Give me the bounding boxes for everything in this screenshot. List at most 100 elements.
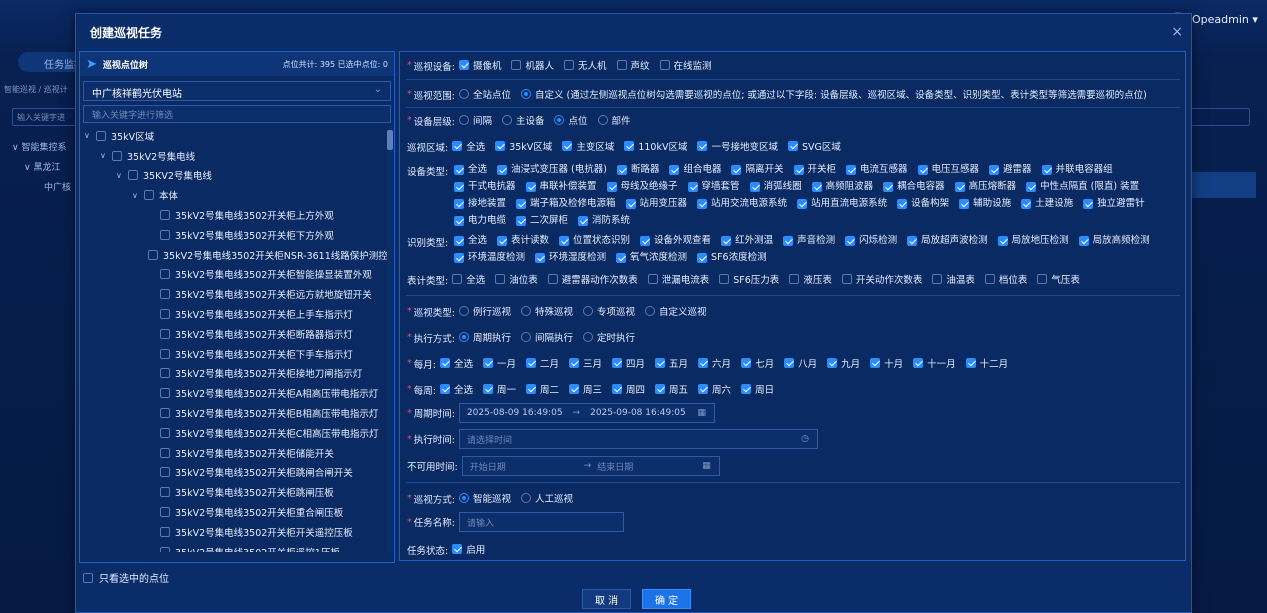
dev-type-option[interactable]: 开关柜 — [793, 161, 836, 178]
checkbox[interactable] — [897, 198, 908, 209]
checkbox[interactable] — [516, 215, 527, 226]
checkbox[interactable] — [721, 235, 732, 246]
checkbox[interactable] — [482, 358, 493, 368]
tree-node-checkbox[interactable] — [128, 170, 138, 181]
checkbox[interactable] — [569, 358, 579, 368]
checkbox[interactable] — [559, 235, 570, 246]
meter-option[interactable]: 开关动作次数表 — [841, 272, 922, 286]
checkbox[interactable] — [697, 141, 708, 151]
dev-type-option[interactable]: 站用变压器 — [625, 195, 687, 212]
checkbox[interactable] — [452, 544, 463, 554]
checkbox[interactable] — [563, 60, 574, 70]
tree-node-checkbox[interactable] — [160, 526, 170, 537]
checkbox[interactable] — [578, 215, 589, 226]
month-option[interactable]: 八月 — [784, 356, 817, 370]
checkbox[interactable] — [913, 358, 924, 368]
radio-button[interactable] — [458, 306, 469, 316]
task-name-input[interactable]: 请输入 — [458, 512, 624, 532]
device-option[interactable]: 在线监测 — [659, 58, 712, 72]
tree-node[interactable]: 35kV2号集电线3502开关柜上手车指示灯 — [80, 304, 388, 324]
bg-search-input[interactable]: 输入关键字进 — [12, 108, 78, 126]
month-option[interactable]: 四月 — [612, 356, 645, 370]
tree-node[interactable]: 35kV2号集电线3502开关柜A相高压带电指示灯 — [80, 383, 388, 403]
checkbox[interactable] — [846, 164, 857, 175]
radio-button[interactable] — [458, 89, 469, 99]
dev-type-option[interactable]: 油浸式变压器 (电抗器) — [497, 161, 607, 178]
dev-type-option[interactable]: 干式电抗器 — [454, 178, 516, 195]
checkbox[interactable] — [917, 164, 928, 175]
scrollbar-thumb[interactable] — [387, 130, 393, 150]
week-option[interactable]: 周一 — [482, 382, 516, 396]
month-option[interactable]: 九月 — [827, 356, 860, 370]
exec-mode-option[interactable]: 周期执行 — [458, 330, 511, 344]
radio-button[interactable] — [501, 115, 512, 125]
checkbox[interactable] — [984, 274, 995, 284]
station-select[interactable]: 中广核祥鹤光伏电站 ⌄ — [83, 81, 391, 101]
rec-type-option[interactable]: 局放地压检测 — [997, 232, 1069, 249]
rec-type-option[interactable]: 位置状态识别 — [559, 232, 630, 249]
checkbox[interactable] — [482, 384, 493, 394]
dev-type-option[interactable]: 辅助设施 — [959, 195, 1011, 212]
checkbox[interactable] — [845, 235, 856, 246]
checkbox[interactable] — [965, 358, 976, 368]
level-option[interactable]: 间隔 — [458, 113, 492, 127]
checkbox[interactable] — [569, 384, 579, 394]
week-option[interactable]: 周四 — [612, 382, 645, 396]
tree-node-checkbox[interactable] — [160, 408, 170, 419]
tree-node-checkbox[interactable] — [160, 309, 170, 320]
checkbox[interactable] — [783, 235, 794, 246]
patrol-type-option[interactable]: 例行巡视 — [458, 304, 511, 318]
checkbox[interactable] — [452, 141, 463, 151]
checkbox[interactable] — [811, 181, 822, 192]
checkbox[interactable] — [749, 181, 760, 192]
tree-node-checkbox[interactable] — [160, 229, 170, 240]
checkbox[interactable] — [1026, 181, 1037, 192]
checkbox[interactable] — [454, 252, 464, 263]
checkbox[interactable] — [454, 215, 464, 226]
checkbox[interactable] — [511, 60, 522, 70]
month-option[interactable]: 一月 — [482, 356, 516, 370]
close-icon[interactable]: × — [1171, 24, 1183, 40]
checkbox[interactable] — [454, 164, 464, 175]
meter-option[interactable]: 全选 — [452, 272, 485, 286]
exec-time-picker[interactable]: 请选择时间 ◷ — [458, 429, 818, 449]
tree-node[interactable]: 35kV2号集电线3502开关柜重合闸压板 — [80, 502, 388, 522]
checkbox[interactable] — [1037, 274, 1048, 284]
scope-option[interactable]: 自定义 (通过左侧巡视点位树勾选需要巡视的点位; 或通过以下字段: 设备层级、巡… — [520, 87, 1147, 101]
area-option[interactable]: 110kV区域 — [624, 139, 687, 153]
meter-option[interactable]: 液压表 — [789, 272, 832, 286]
dev-type-option[interactable]: 电压互感器 — [917, 161, 979, 178]
dev-type-option[interactable]: 避雷器 — [989, 161, 1032, 178]
dev-type-option[interactable]: 消弧线圈 — [749, 178, 802, 195]
meter-option[interactable]: 档位表 — [984, 272, 1027, 286]
checkbox[interactable] — [932, 274, 943, 284]
checkbox[interactable] — [497, 164, 508, 175]
meter-option[interactable]: 油温表 — [932, 272, 975, 286]
checkbox[interactable] — [698, 384, 709, 394]
checkbox[interactable] — [1083, 198, 1094, 209]
month-option[interactable]: 全选 — [439, 356, 473, 370]
checkbox[interactable] — [647, 274, 658, 284]
rec-type-option[interactable]: 表计读数 — [497, 232, 549, 249]
radio-button[interactable] — [458, 493, 469, 503]
dev-type-option[interactable]: 组合电器 — [669, 161, 721, 178]
dev-type-option[interactable]: 站用直流电源系统 — [797, 195, 887, 212]
radio-button[interactable] — [458, 115, 469, 125]
checkbox[interactable] — [547, 274, 558, 284]
method-option[interactable]: 智能巡视 — [458, 491, 511, 505]
checkbox[interactable] — [789, 274, 800, 284]
caret-down-icon[interactable]: ∨ — [100, 151, 112, 160]
checkbox[interactable] — [655, 384, 666, 394]
level-option[interactable]: 点位 — [554, 113, 588, 127]
tree-node[interactable]: 35kV2号集电线3502开关柜上方外观 — [80, 205, 388, 225]
tree-node-checkbox[interactable] — [160, 348, 170, 359]
dev-type-option[interactable]: 设备构架 — [897, 195, 949, 212]
dev-type-option[interactable]: 站用交流电源系统 — [697, 195, 787, 212]
tree-node[interactable]: 35kV2号集电线3502开关柜远方就地旋钮开关 — [80, 284, 388, 304]
radio-button[interactable] — [458, 332, 469, 342]
radio-button[interactable] — [520, 493, 531, 503]
checkbox[interactable] — [497, 235, 508, 246]
tree-node[interactable]: ∨ 35kV区域 — [80, 126, 388, 146]
meter-option[interactable]: 气压表 — [1037, 272, 1080, 286]
dev-type-option[interactable]: 高频阻波器 — [811, 178, 873, 195]
